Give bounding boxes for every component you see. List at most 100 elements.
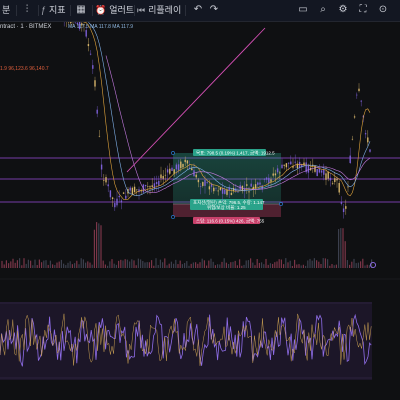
volume-bar xyxy=(298,264,300,268)
alert-icon: ⏰ xyxy=(95,5,107,15)
candle-body xyxy=(116,198,118,206)
volume-bar xyxy=(137,258,139,268)
volume-bar xyxy=(56,262,58,268)
alert-button[interactable]: ⏰ 얼러트 xyxy=(95,3,134,18)
candle-body xyxy=(206,182,208,183)
candle-body xyxy=(294,161,296,163)
volume-bar xyxy=(190,263,192,268)
volume-bar xyxy=(221,261,223,268)
volume-bar xyxy=(118,260,120,268)
volume-bar xyxy=(219,264,221,268)
volume-bar xyxy=(272,263,274,268)
candle-body xyxy=(270,179,272,182)
candle-body xyxy=(274,173,277,176)
chart-type-icon[interactable]: ⫶ xyxy=(20,3,34,17)
volume-bar xyxy=(45,260,47,268)
indicator-values-row2: 1.9 96,123.6 96,140.7 xyxy=(0,66,49,72)
volume-bar xyxy=(217,264,219,268)
volume-bar xyxy=(16,260,18,268)
candle-body xyxy=(107,184,109,187)
volume-bar xyxy=(80,258,82,268)
volume-bar xyxy=(335,264,337,268)
candle-body xyxy=(248,191,250,193)
volume-bar xyxy=(175,259,177,268)
volume-bar xyxy=(142,261,144,268)
volume-bar xyxy=(12,258,14,268)
candle-body xyxy=(336,178,338,181)
candle-body xyxy=(85,30,87,37)
position-handle[interactable] xyxy=(279,202,283,206)
volume-bar xyxy=(340,228,342,268)
volume-bar xyxy=(146,262,148,268)
volume-bar xyxy=(129,261,131,268)
interval-label: 분 xyxy=(2,5,11,15)
volume-bar xyxy=(60,259,62,268)
volume-bar xyxy=(254,265,256,268)
volume-bar xyxy=(3,264,5,268)
volume-bar xyxy=(320,263,322,268)
candle-body xyxy=(250,183,252,187)
volume-bar xyxy=(36,265,38,268)
volume-bar xyxy=(19,258,21,268)
volume-bar xyxy=(283,264,285,268)
candle-body xyxy=(224,189,226,194)
toolbar-divider xyxy=(134,5,135,16)
candle-body xyxy=(217,190,219,192)
candle-body xyxy=(184,159,186,163)
volume-bar xyxy=(206,265,208,268)
volume-bar xyxy=(47,264,49,268)
price-chart[interactable]: 목표: 798.5 (0.19%) 1,417, 금액: 1912.5 포지션(… xyxy=(0,22,400,400)
volume-bar xyxy=(203,260,205,268)
candle-body xyxy=(131,187,134,195)
candle-body xyxy=(338,183,340,193)
volume-bar xyxy=(318,261,320,268)
fullscreen-icon[interactable]: ⛶ xyxy=(356,3,370,17)
volume-bar xyxy=(278,259,280,268)
volume-bar xyxy=(322,258,324,268)
volume-bar xyxy=(261,262,263,268)
volume-bar xyxy=(212,261,214,268)
volume-bar xyxy=(87,261,89,268)
candle-body xyxy=(349,155,351,163)
interval-selector[interactable]: 분 xyxy=(2,3,10,18)
volume-bar xyxy=(289,260,291,268)
indicators-button[interactable]: ƒ 지표 xyxy=(41,3,66,18)
volume-bar xyxy=(173,263,175,268)
settings-icon[interactable]: ⚙ xyxy=(336,3,350,17)
volume-bar xyxy=(195,262,197,268)
volume-bar xyxy=(208,260,210,268)
volume-bar xyxy=(30,260,32,268)
volume-bar xyxy=(333,265,335,268)
volume-bar xyxy=(91,264,93,268)
layout-icon[interactable]: ▦ xyxy=(74,3,88,17)
redo-icon[interactable]: ↷ xyxy=(207,3,221,17)
position-handle[interactable] xyxy=(171,151,175,155)
candle-body xyxy=(272,173,274,176)
candle-body xyxy=(180,161,182,169)
volume-bar xyxy=(360,261,362,268)
stop-label: 스탑: 116.6 (0.15%) 426, 금액: 755 xyxy=(196,217,265,224)
volume-bar xyxy=(126,259,128,268)
volume-bar xyxy=(166,265,168,268)
candle-body xyxy=(351,138,354,140)
volume-bar xyxy=(225,262,227,268)
candle-body xyxy=(219,187,222,190)
volume-bar xyxy=(353,258,355,268)
volume-bar xyxy=(197,263,199,268)
volume-bar xyxy=(21,265,23,268)
volume-bar xyxy=(78,264,80,268)
volume-bar xyxy=(300,265,302,268)
candle-body xyxy=(144,184,147,187)
position-handle[interactable] xyxy=(171,215,175,219)
volume-bar xyxy=(122,260,124,268)
candle-body xyxy=(177,164,180,171)
undo-icon[interactable]: ↶ xyxy=(191,3,205,17)
alert-label: 얼러트 xyxy=(109,5,135,15)
replay-button[interactable]: ⏮ 리플레이 xyxy=(137,3,181,18)
camera-icon[interactable]: ⊙ xyxy=(376,3,390,17)
search-icon[interactable]: ⌕ xyxy=(316,3,330,17)
layout-menu-icon[interactable]: ▭ xyxy=(296,3,310,17)
candle-body xyxy=(98,135,101,137)
candle-body xyxy=(265,177,268,180)
volume-bar xyxy=(256,259,258,268)
